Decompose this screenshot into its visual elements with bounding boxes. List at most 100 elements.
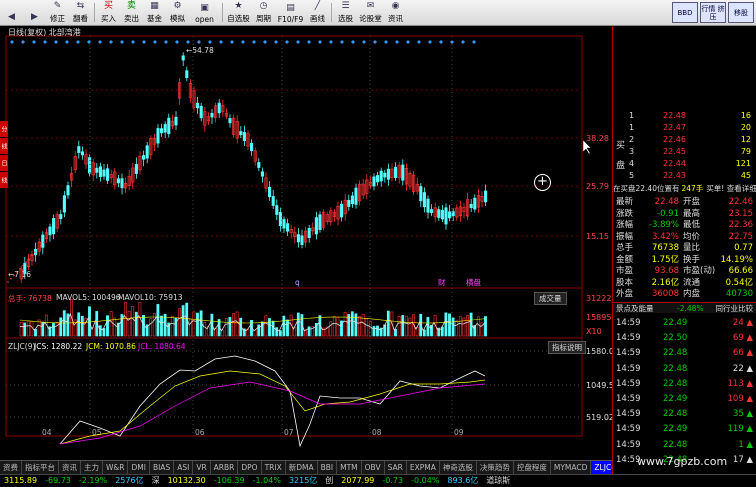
early-price-dot bbox=[37, 248, 39, 250]
zljc-jcs-line bbox=[59, 355, 486, 448]
tick-header-left[interactable]: 景点及能量 bbox=[616, 303, 654, 314]
tab-9[interactable]: ARBR bbox=[211, 461, 239, 474]
zljc-tick-label: 1049.55 bbox=[586, 381, 612, 390]
event-marker-icon bbox=[274, 40, 278, 44]
quote-label: 涨幅 bbox=[616, 220, 634, 230]
tab-18[interactable]: 神奇选股 bbox=[440, 461, 477, 474]
volume-bar bbox=[131, 306, 135, 337]
event-marker-icon bbox=[428, 40, 432, 44]
news-button[interactable]: ◉ 资讯 bbox=[384, 0, 407, 25]
volume-bar bbox=[347, 314, 351, 337]
toolbar-badge[interactable]: 行情 挤压 bbox=[700, 2, 726, 23]
tab-20[interactable]: 控盘程度 bbox=[514, 461, 551, 474]
side-tab[interactable]: 分 bbox=[0, 121, 8, 137]
back-button[interactable]: ◀ bbox=[0, 0, 23, 25]
flip-button[interactable]: ⇆ 翻看 bbox=[69, 0, 92, 25]
low-price-label: ←7.16 bbox=[8, 270, 31, 279]
tab-1[interactable]: 指标平台 bbox=[22, 461, 59, 474]
candle-body bbox=[120, 178, 124, 189]
volume-bar bbox=[170, 315, 174, 337]
edit-button[interactable]: ✎ 修正 bbox=[46, 0, 69, 25]
volume-bar bbox=[160, 315, 163, 337]
quote-label: 市盈 bbox=[616, 266, 634, 276]
zljc-jcl: JCL: 1080.64 bbox=[138, 342, 186, 351]
stock-picker-button[interactable]: ☰ 选股 bbox=[334, 0, 357, 25]
tick-row: 14:59 22.48 113 ▲ bbox=[613, 377, 756, 392]
tab-0[interactable]: 资费 bbox=[0, 461, 22, 474]
tab-19[interactable]: 决策趋势 bbox=[477, 461, 514, 474]
period-button[interactable]: ◷ 周期 bbox=[252, 0, 275, 25]
side-tabs: 分线日线 bbox=[0, 121, 8, 189]
candle-body bbox=[278, 212, 282, 226]
chart-area[interactable]: 38.28 25.79 15.15 ←54.78 ←7.16 05 06 07 08 09 04 q 财… bbox=[0, 26, 612, 460]
tab-5[interactable]: DMI bbox=[128, 461, 150, 474]
tick-volume: 35 ▲ bbox=[732, 409, 753, 420]
tab-13[interactable]: BBI bbox=[318, 461, 338, 474]
draw-line-button[interactable]: ╱ 画线 bbox=[306, 0, 329, 25]
orderbook-row: 4 22.44 121 bbox=[613, 158, 756, 169]
tab-21[interactable]: MYMACD bbox=[551, 461, 592, 474]
event-label: q bbox=[295, 278, 300, 287]
toolbar-badge[interactable]: BBD bbox=[672, 2, 698, 23]
tab-16[interactable]: SAR bbox=[385, 461, 407, 474]
indicator-help-button[interactable]: 指标说明 bbox=[548, 341, 586, 354]
forward-button[interactable]: ▶ bbox=[23, 0, 46, 25]
volume-bar bbox=[343, 312, 347, 337]
volume-bar bbox=[286, 319, 289, 337]
side-tab[interactable]: 日 bbox=[0, 155, 8, 171]
quote-value: 2.16亿 bbox=[651, 277, 679, 288]
tab-4[interactable]: W&R bbox=[103, 461, 129, 474]
open-button[interactable]: ▣ open bbox=[189, 0, 220, 25]
side-tab[interactable]: 线 bbox=[0, 172, 8, 188]
event-marker-icon bbox=[10, 40, 14, 44]
candle-body bbox=[102, 169, 106, 177]
event-marker-icon bbox=[208, 40, 212, 44]
quote-label2: 市盈(动) bbox=[683, 266, 716, 276]
candle-body bbox=[88, 157, 92, 174]
tick-time: 14:59 bbox=[616, 348, 641, 359]
quote-label: 振幅 bbox=[616, 231, 634, 242]
quote-label: 股本 bbox=[616, 277, 634, 288]
volume-bar bbox=[444, 312, 448, 337]
tick-price: 22.50 bbox=[663, 333, 688, 344]
early-price-dot bbox=[31, 254, 33, 257]
summary-link[interactable]: 买单! 查看详细 bbox=[706, 184, 756, 193]
volume-bar bbox=[271, 320, 275, 337]
tab-22[interactable]: ZLJC(9) bbox=[591, 461, 612, 474]
event-marker-icon bbox=[120, 40, 124, 44]
volume-button[interactable]: 成交量 bbox=[534, 292, 567, 305]
kline-chart[interactable]: 38.2825.7915.15←54.78←7.1605 06 07 08 0904q 财… bbox=[0, 26, 612, 460]
tab-6[interactable]: BIAS bbox=[150, 461, 175, 474]
tab-17[interactable]: EXPMA bbox=[407, 461, 440, 474]
tab-11[interactable]: TRIX bbox=[262, 461, 286, 474]
simulate-button[interactable]: ⚙ 模拟 bbox=[166, 0, 189, 25]
tab-14[interactable]: MTM bbox=[337, 461, 362, 474]
tick-volume: 119 ▲ bbox=[727, 424, 753, 435]
volume-bar bbox=[228, 316, 232, 337]
tab-2[interactable]: 资讯 bbox=[59, 461, 81, 474]
side-tab[interactable]: 线 bbox=[0, 138, 8, 154]
candle-body bbox=[239, 131, 243, 136]
tab-12[interactable]: 新DMA bbox=[286, 461, 318, 474]
tick-header-right[interactable]: 同行业比较 bbox=[716, 303, 754, 314]
volume-bar bbox=[62, 310, 66, 337]
event-marker-icon bbox=[439, 40, 443, 44]
tab-10[interactable]: DPO bbox=[238, 461, 262, 474]
forum-button[interactable]: ✉ 论股堂 bbox=[357, 0, 384, 25]
volume-bar bbox=[73, 319, 77, 337]
crosshair-icon[interactable]: + bbox=[534, 174, 551, 191]
candle-body bbox=[354, 187, 358, 205]
f10-button[interactable]: ▤ F10/F9 bbox=[275, 0, 306, 25]
volume-bar bbox=[455, 320, 459, 337]
sell-button[interactable]: 卖卖出 bbox=[120, 0, 143, 25]
watchlist-button[interactable]: ★ 自选股 bbox=[225, 0, 252, 25]
buy-button[interactable]: 买买入 bbox=[97, 0, 120, 25]
candle-body bbox=[440, 210, 444, 220]
tab-7[interactable]: ASI bbox=[174, 461, 194, 474]
tab-15[interactable]: OBV bbox=[362, 461, 385, 474]
toolbar-badge[interactable]: 移股 bbox=[728, 2, 754, 23]
volume-bar bbox=[484, 316, 487, 337]
tab-8[interactable]: VR bbox=[193, 461, 211, 474]
fund-button[interactable]: ▦ 基金 bbox=[143, 0, 166, 25]
tab-3[interactable]: 主力 bbox=[81, 461, 103, 474]
